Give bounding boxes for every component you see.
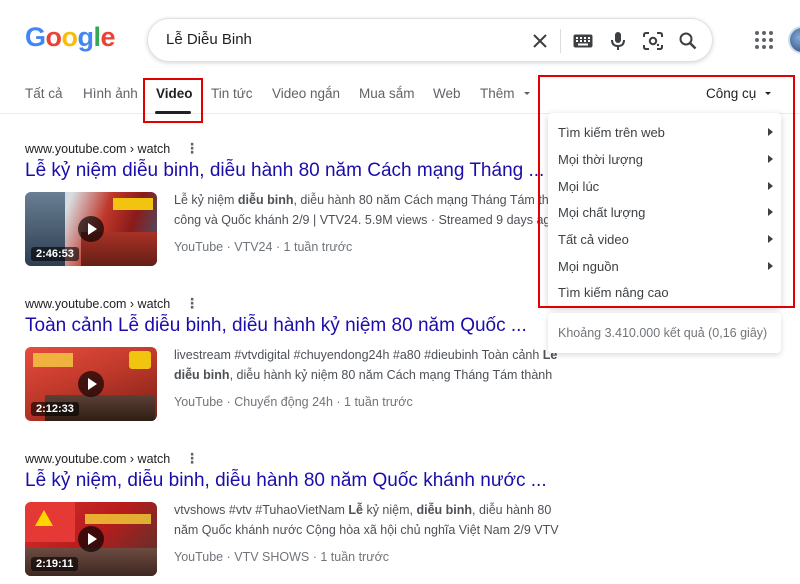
logo-letter: l: [93, 22, 102, 52]
menu-item-label: Mọi chất lượng: [558, 205, 646, 220]
logo-letter: e: [100, 22, 116, 52]
clear-icon[interactable]: [528, 29, 552, 53]
menu-item-quality[interactable]: Mọi chất lượng: [558, 205, 773, 220]
tab-more[interactable]: Thêm: [480, 86, 532, 101]
menu-item-label: Mọi thời lượng: [558, 152, 644, 167]
menu-item-label: Mọi nguồn: [558, 259, 619, 274]
play-icon: [78, 216, 104, 242]
video-duration: 2:19:11: [31, 557, 79, 571]
caret-down-icon: [524, 92, 531, 95]
result-url[interactable]: www.youtube.com › watch: [25, 297, 170, 311]
search-divider: [560, 29, 561, 53]
snippet-highlight: diễu binh: [416, 503, 473, 517]
chevron-right-icon: [768, 262, 773, 270]
menu-item-label: Tìm kiếm trên web: [558, 125, 665, 140]
search-icon[interactable]: [676, 29, 700, 53]
result-meta: YouTube · VTV24 · 1 tuần trước: [174, 240, 353, 254]
google-logo[interactable]: Google: [25, 22, 116, 53]
result-snippet: vtvshows #vtv #TuhaoVietNam Lễ kỷ niệm, …: [174, 500, 579, 540]
result-stats-box: Khoảng 3.410.000 kết quả (0,16 giây): [548, 313, 781, 353]
snippet-text: vtvshows #vtv #TuhaoVietNam: [174, 503, 349, 517]
result-meta: YouTube · Chuyển động 24h · 1 tuần trước: [174, 395, 413, 409]
snippet-text: , diễu hành kỷ niệm 80 năm Cách mạng Thá…: [229, 368, 553, 382]
menu-item-duration[interactable]: Mọi thời lượng: [558, 152, 773, 167]
tab-web[interactable]: Web: [433, 86, 461, 101]
menu-item-all-videos[interactable]: Tất cả video: [558, 232, 773, 247]
logo-letter: g: [77, 22, 95, 52]
video-duration: 2:46:53: [31, 247, 79, 261]
search-box: [147, 18, 713, 62]
tools-dropdown-menu: Tìm kiếm trên web Mọi thời lượng Mọi lúc…: [548, 113, 781, 307]
play-icon: [78, 526, 104, 552]
snippet-highlight: Lễ: [348, 503, 363, 517]
result-url[interactable]: www.youtube.com › watch: [25, 142, 170, 156]
tab-more-label: Thêm: [480, 86, 515, 101]
tab-shopping[interactable]: Mua sắm: [359, 86, 415, 101]
menu-item-time[interactable]: Mọi lúc: [558, 179, 773, 194]
play-icon: [78, 371, 104, 397]
menu-item-label: Tất cả video: [558, 232, 629, 247]
microphone-icon[interactable]: [606, 29, 630, 53]
result-snippet: Lễ kỷ niệm diễu binh, diễu hành 80 năm C…: [174, 190, 579, 230]
tab-images[interactable]: Hình ảnh: [83, 86, 138, 101]
tab-news[interactable]: Tin tức: [211, 86, 253, 101]
chevron-right-icon: [768, 128, 773, 136]
result-title[interactable]: Toàn cảnh Lễ diễu binh, diễu hành kỷ niệ…: [25, 315, 527, 337]
caret-down-icon: [765, 92, 772, 95]
menu-item-search-web[interactable]: Tìm kiếm trên web: [558, 125, 773, 140]
tools-label: Công cụ: [706, 86, 757, 101]
keyboard-icon[interactable]: [571, 29, 595, 53]
video-thumbnail[interactable]: 2:46:53: [25, 192, 157, 266]
logo-letter: o: [45, 22, 63, 52]
avatar[interactable]: [788, 26, 800, 54]
apps-grid-icon[interactable]: [754, 30, 774, 50]
tab-short-videos[interactable]: Video ngắn: [272, 86, 340, 101]
result-meta: YouTube · VTV SHOWS · 1 tuần trước: [174, 550, 390, 564]
search-input[interactable]: [166, 31, 516, 48]
chevron-right-icon: [768, 235, 773, 243]
snippet-text: livestream #vtvdigital #chuyendong24h #a…: [174, 348, 543, 362]
tab-all[interactable]: Tất cả: [25, 86, 63, 101]
result-stats: Khoảng 3.410.000 kết quả (0,16 giây): [558, 326, 768, 340]
video-thumbnail[interactable]: 2:12:33: [25, 347, 157, 421]
search-tabs: Tất cả Hình ảnh Video Tin tức Video ngắn…: [0, 78, 800, 114]
snippet-highlight: diễu binh: [237, 193, 294, 207]
menu-item-label: Mọi lúc: [558, 179, 600, 194]
snippet-text: Lễ kỷ niệm: [174, 193, 238, 207]
chevron-right-icon: [768, 182, 773, 190]
video-thumbnail[interactable]: 2:19:11: [25, 502, 157, 576]
menu-item-label: Tìm kiếm nâng cao: [558, 285, 669, 300]
video-duration: 2:12:33: [31, 402, 79, 416]
tools-button[interactable]: Công cụ: [706, 86, 773, 101]
menu-item-advanced-search[interactable]: Tìm kiếm nâng cao: [558, 285, 773, 300]
result-snippet: livestream #vtvdigital #chuyendong24h #a…: [174, 345, 579, 385]
chevron-right-icon: [768, 155, 773, 163]
more-options-icon[interactable]: ⋮: [185, 140, 199, 157]
result-title[interactable]: Lễ kỷ niệm diễu binh, diễu hành 80 năm C…: [25, 160, 544, 182]
menu-item-source[interactable]: Mọi nguồn: [558, 259, 773, 274]
snippet-text: kỷ niệm,: [362, 503, 417, 517]
logo-letter: G: [25, 22, 46, 52]
video-tab-highlight: [143, 78, 203, 123]
logo-letter: o: [61, 22, 79, 52]
more-options-icon[interactable]: ⋮: [185, 450, 199, 467]
result-url[interactable]: www.youtube.com › watch: [25, 452, 170, 466]
chevron-right-icon: [768, 208, 773, 216]
more-options-icon[interactable]: ⋮: [185, 295, 199, 312]
result-title[interactable]: Lễ kỷ niệm, diễu binh, diễu hành 80 năm …: [25, 470, 547, 492]
lens-camera-icon[interactable]: [641, 29, 665, 53]
